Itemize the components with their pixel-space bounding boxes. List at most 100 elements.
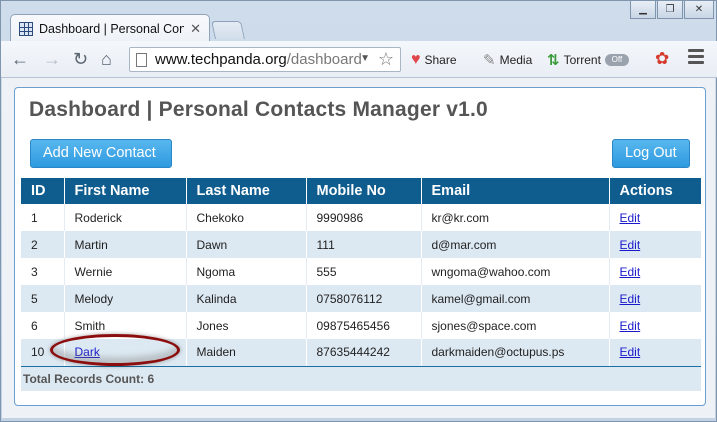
first-name-link[interactable]: Dark: [75, 345, 100, 359]
cell-last-name: Kalinda: [186, 285, 307, 312]
cell-id: 2: [21, 231, 65, 258]
edit-link[interactable]: Edit: [620, 238, 641, 252]
header-actions: Actions: [609, 178, 701, 204]
close-tab-icon[interactable]: ✕: [190, 21, 201, 37]
cell-id: 10: [21, 339, 65, 367]
cell-id-text: 1: [31, 210, 38, 225]
cell-id-text: 10: [31, 345, 45, 360]
home-icon[interactable]: ⌂: [101, 49, 112, 70]
browser-toolbar: ← → ↻ ⌂ www.techpanda.org/dashboard ▼ ☆ …: [1, 41, 717, 78]
cell-last-name-text: Maiden: [196, 345, 236, 360]
edit-link[interactable]: Edit: [620, 345, 641, 359]
tab-strip: Dashboard | Personal Conta ✕ ▁ ❐ ✕: [1, 1, 717, 42]
cell-action: Edit: [609, 258, 701, 285]
table-header-row: ID First Name Last Name Mobile No Email …: [21, 178, 701, 204]
bookmark-star-icon[interactable]: ☆: [378, 49, 394, 70]
torrent-toggle[interactable]: Off: [604, 54, 629, 66]
url-host: www.techpanda.org: [155, 51, 287, 68]
table-row: 2 Martin Dawn 111 d@mar.com Edit: [21, 231, 701, 258]
cell-mobile: 87635444242: [306, 339, 422, 367]
media-extension[interactable]: ✎ Media: [483, 51, 532, 69]
header-email: Email: [421, 178, 610, 204]
maximize-icon[interactable]: ❐: [657, 1, 683, 19]
cell-mobile-text: 9990986: [316, 210, 364, 225]
cell-email-text: d@mar.com: [431, 237, 497, 252]
cell-last-name-text: Kalinda: [196, 291, 237, 306]
cell-mobile-text: 0758076112: [316, 291, 383, 306]
address-bar[interactable]: www.techpanda.org/dashboard ▼ ☆: [129, 47, 401, 72]
cell-first-name: Dark: [64, 339, 187, 367]
dropdown-arrow-icon[interactable]: ▼: [360, 53, 370, 64]
cell-mobile: 09875465456: [306, 312, 422, 339]
share-label: Share: [424, 53, 457, 67]
cell-last-name-text: Chekoko: [196, 210, 244, 225]
edit-link[interactable]: Edit: [620, 211, 641, 225]
minimize-icon[interactable]: ▁: [630, 1, 656, 19]
table-footer-row: Total Records Count: 6: [21, 366, 701, 391]
cell-id-text: 5: [31, 291, 38, 306]
edit-link[interactable]: Edit: [620, 265, 641, 279]
contacts-table: ID First Name Last Name Mobile No Email …: [21, 178, 701, 391]
cell-action: Edit: [609, 285, 701, 312]
header-id: ID: [21, 178, 65, 204]
cell-first-name-text: Smith: [74, 318, 106, 333]
logout-button[interactable]: Log Out: [612, 139, 690, 168]
reload-icon[interactable]: ↻: [73, 49, 88, 70]
heart-icon: ♥: [411, 51, 421, 68]
torrent-extension[interactable]: ⇅ Torrent Off: [547, 51, 629, 69]
cell-last-name-text: Jones: [196, 318, 229, 333]
cell-mobile: 111: [306, 231, 422, 258]
cell-mobile-text: 111: [316, 237, 335, 252]
media-label: Media: [499, 53, 533, 67]
browser-tab[interactable]: Dashboard | Personal Conta ✕: [10, 14, 210, 42]
add-contact-button[interactable]: Add New Contact: [30, 139, 172, 168]
cell-email-text: kamel@gmail.com: [431, 291, 531, 306]
table-row: 5 Melody Kalinda 0758076112 kamel@gmail.com E…: [21, 285, 701, 312]
new-tab-button[interactable]: [211, 21, 245, 39]
forward-arrow-icon[interactable]: →: [43, 49, 61, 70]
media-icon: ✎: [483, 52, 496, 69]
url-path: /dashboard: [286, 51, 362, 68]
cell-id: 6: [21, 312, 65, 339]
cell-action: Edit: [609, 312, 701, 339]
header-first-name: First Name: [64, 178, 187, 204]
share-extension[interactable]: ♥ Share: [411, 51, 457, 69]
edit-link[interactable]: Edit: [620, 319, 641, 333]
cell-mobile: 555: [306, 258, 422, 285]
cell-mobile-text: 555: [316, 264, 337, 279]
cell-email: sjones@space.com: [421, 312, 610, 339]
menu-icon[interactable]: [688, 49, 704, 67]
close-window-icon[interactable]: ✕: [684, 1, 714, 19]
cell-first-name-text: Martin: [74, 237, 108, 252]
cell-first-name: Melody: [64, 285, 187, 312]
cell-mobile: 0758076112: [306, 285, 422, 312]
header-last-name: Last Name: [186, 178, 307, 204]
back-arrow-icon[interactable]: ←: [11, 49, 29, 70]
page-title: Dashboard | Personal Contacts Manager v1…: [29, 98, 488, 121]
header-mobile: Mobile No: [306, 178, 422, 204]
cell-first-name: Smith: [64, 312, 187, 339]
cell-email: d@mar.com: [421, 231, 610, 258]
edit-link[interactable]: Edit: [620, 292, 641, 306]
cell-email-text: wngoma@wahoo.com: [431, 264, 551, 279]
cell-first-name-text: Melody: [74, 291, 114, 306]
cell-last-name: Chekoko: [186, 204, 307, 231]
cell-id-text: 3: [31, 264, 38, 279]
cell-first-name: Martin: [64, 231, 187, 258]
cell-last-name-text: Dawn: [196, 237, 228, 252]
cell-email: kr@kr.com: [421, 204, 610, 231]
cell-action: Edit: [609, 204, 701, 231]
page-viewport: Dashboard | Personal Contacts Manager v1…: [2, 78, 715, 418]
table-row: 6 Smith Jones 09875465456 sjones@space.com Ed…: [21, 312, 701, 339]
cell-id-text: 2: [31, 237, 38, 252]
table-row: 3 Wernie Ngoma 555 wngoma@wahoo.com Edit: [21, 258, 701, 285]
torrent-arrows-icon: ⇅: [547, 52, 560, 69]
cell-email-text: kr@kr.com: [431, 210, 490, 225]
cell-last-name: Jones: [186, 312, 307, 339]
cell-email: wngoma@wahoo.com: [421, 258, 610, 285]
cell-email-text: sjones@space.com: [431, 318, 537, 333]
cell-id-text: 6: [31, 318, 38, 333]
extension-icon[interactable]: ✿: [655, 49, 669, 69]
cell-email: kamel@gmail.com: [421, 285, 610, 312]
grid-favicon-icon: [19, 21, 33, 36]
